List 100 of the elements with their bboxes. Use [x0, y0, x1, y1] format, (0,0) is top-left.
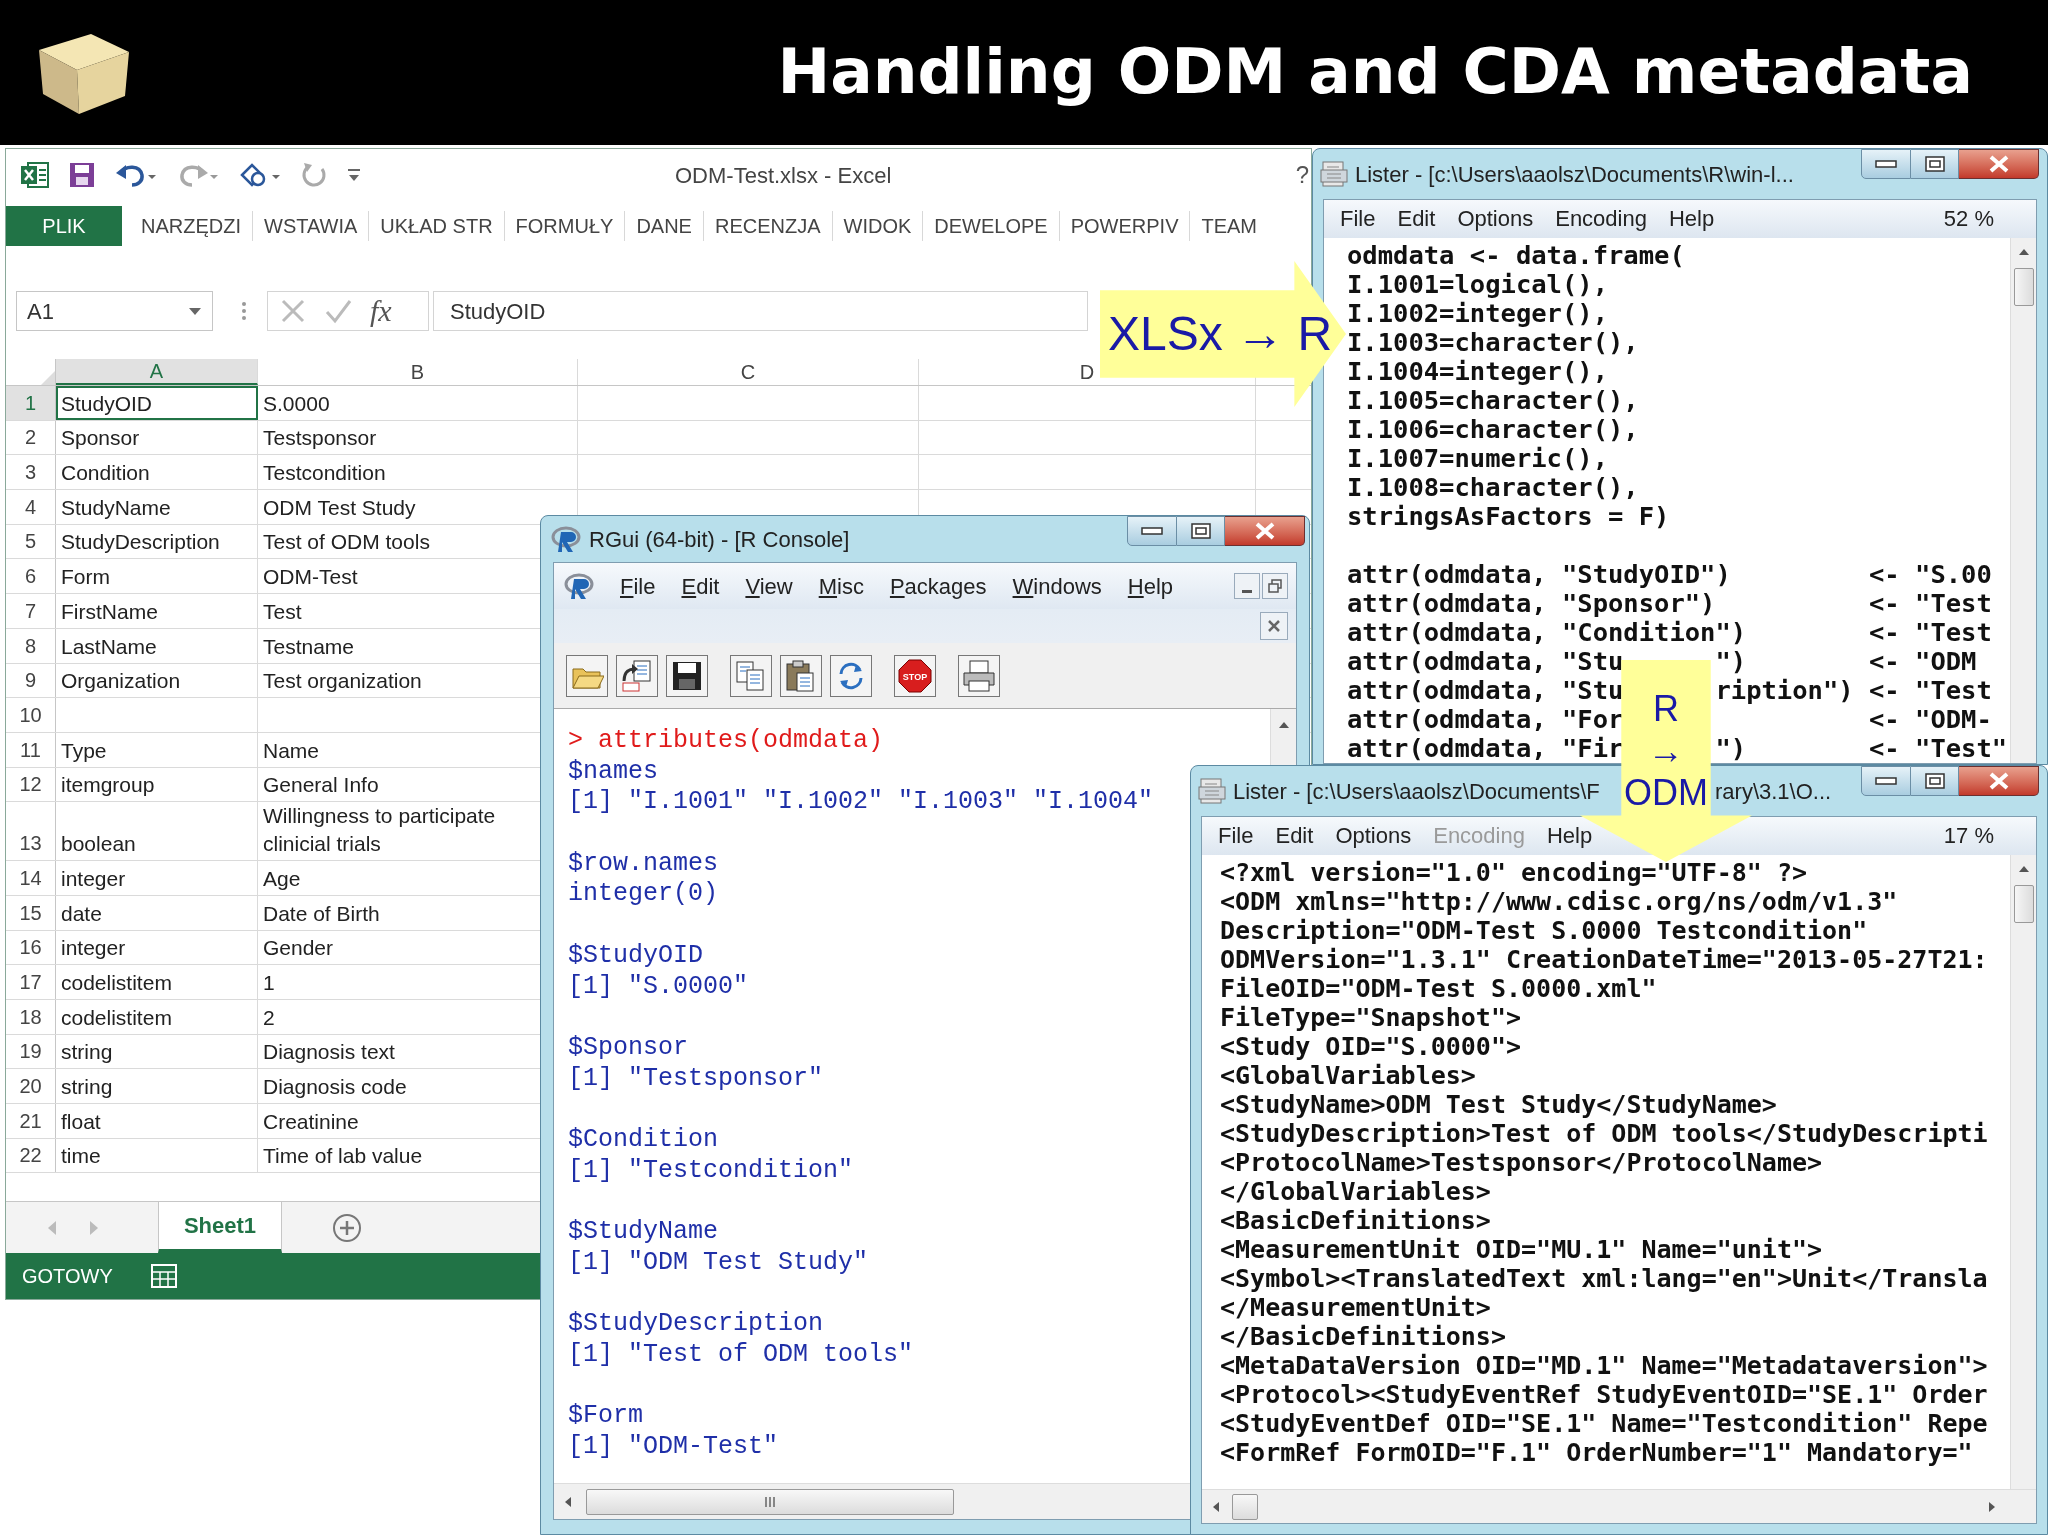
- code-line: I.1003=character(),: [1347, 328, 1640, 357]
- menu-item[interactable]: File: [1218, 823, 1254, 849]
- formula-field[interactable]: StudyOID: [433, 291, 1088, 331]
- row-header[interactable]: 3: [6, 455, 56, 490]
- scroll-up-icon[interactable]: [2017, 865, 2030, 873]
- menu-item[interactable]: Edit: [1275, 823, 1314, 849]
- menu-item[interactable]: Windows: [1012, 569, 1102, 603]
- close-button[interactable]: [1959, 766, 2039, 796]
- ribbon-tab[interactable]: NARZĘDZI: [130, 211, 252, 241]
- save-icon[interactable]: [68, 161, 96, 189]
- toolbar-button[interactable]: [666, 654, 708, 697]
- file-tab[interactable]: PLIK: [6, 206, 122, 246]
- row-header[interactable]: 10: [6, 698, 56, 732]
- scroll-left-icon[interactable]: [1212, 1500, 1220, 1513]
- toolbar-button[interactable]: [616, 654, 658, 697]
- scroll-thumb[interactable]: [1232, 1493, 1258, 1520]
- menu-item[interactable]: Options: [1457, 206, 1534, 232]
- menu-item[interactable]: Edit: [1397, 206, 1436, 232]
- row-header[interactable]: 7: [6, 594, 56, 628]
- row-header[interactable]: 8: [6, 628, 56, 663]
- grip-icon[interactable]: [241, 301, 247, 321]
- row-header[interactable]: 11: [6, 732, 56, 767]
- ribbon-tab[interactable]: POWERPIV: [1058, 211, 1190, 241]
- minimize-button[interactable]: [1127, 516, 1177, 546]
- scroll-thumb[interactable]: [586, 1488, 954, 1515]
- row-header[interactable]: 17: [6, 965, 56, 999]
- horizontal-scrollbar[interactable]: [1202, 1489, 2036, 1523]
- ribbon-tab[interactable]: WSTAWIA: [252, 211, 369, 241]
- scroll-thumb[interactable]: [2013, 885, 2034, 923]
- add-sheet-icon[interactable]: [332, 1212, 362, 1243]
- document-icon: [1197, 777, 1227, 805]
- scroll-right-icon[interactable]: [1988, 1500, 1996, 1513]
- row-header[interactable]: 13: [6, 802, 56, 861]
- menu-item[interactable]: Help: [1127, 569, 1174, 603]
- menu-item[interactable]: Misc: [818, 569, 864, 603]
- logo-icon: [564, 571, 594, 601]
- menu-item[interactable]: File: [1340, 206, 1376, 232]
- close-button[interactable]: [1260, 612, 1288, 640]
- vertical-scrollbar[interactable]: [2010, 855, 2036, 1489]
- window-title: Lister - [c:\Users\aaolsz\Documents\F: [1233, 778, 1600, 804]
- minimize-button[interactable]: [1861, 149, 1911, 179]
- row-header[interactable]: 4: [6, 490, 56, 524]
- table-cell: string: [56, 1034, 258, 1069]
- row-header[interactable]: 2: [6, 420, 56, 455]
- row-header[interactable]: 20: [6, 1069, 56, 1104]
- column-header[interactable]: C: [740, 357, 756, 387]
- spreadsheet-logo-icon[interactable]: [20, 161, 50, 189]
- restore-button[interactable]: [1262, 573, 1288, 599]
- menu-item[interactable]: Encoding: [1555, 206, 1647, 232]
- menu-item[interactable]: File: [620, 569, 656, 603]
- ribbon-tab[interactable]: DANE: [624, 211, 703, 241]
- row-header[interactable]: 18: [6, 1000, 56, 1034]
- row-header[interactable]: 6: [6, 559, 56, 594]
- row-header[interactable]: 5: [6, 524, 56, 559]
- row-header[interactable]: 16: [6, 930, 56, 965]
- column-header[interactable]: D: [1079, 357, 1095, 387]
- output-text: $StudyName: [568, 1217, 719, 1248]
- ribbon-tab[interactable]: WIDOK: [831, 211, 923, 241]
- insert-function-button[interactable]: fx: [370, 296, 392, 326]
- row-header[interactable]: 22: [6, 1138, 56, 1173]
- ribbon-tab[interactable]: TEAM: [1189, 211, 1269, 241]
- close-button[interactable]: [1959, 149, 2039, 179]
- row-header[interactable]: 21: [6, 1104, 56, 1138]
- column-header[interactable]: A: [149, 356, 164, 386]
- row-header[interactable]: 15: [6, 895, 56, 930]
- row-header[interactable]: 1: [6, 386, 56, 420]
- ribbon-tab[interactable]: RECENZJA: [702, 211, 832, 241]
- minimize-button[interactable]: [1234, 573, 1260, 599]
- maximize-button[interactable]: [1911, 766, 1959, 796]
- row-header[interactable]: 9: [6, 663, 56, 698]
- row-header[interactable]: 12: [6, 767, 56, 802]
- name-box[interactable]: A1: [16, 291, 213, 331]
- menu-item[interactable]: Packages: [889, 569, 987, 603]
- maximize-button[interactable]: [1177, 516, 1225, 546]
- maximize-button[interactable]: [1911, 149, 1959, 179]
- scroll-up-icon[interactable]: [2017, 248, 2030, 256]
- ribbon-tab[interactable]: FORMUŁY: [503, 211, 625, 241]
- maximize-icon: [1924, 156, 1945, 172]
- row-header[interactable]: 19: [6, 1034, 56, 1069]
- column-header[interactable]: B: [410, 357, 425, 387]
- row-header[interactable]: 14: [6, 861, 56, 895]
- scroll-thumb[interactable]: [2013, 268, 2034, 306]
- cell-mode-icon[interactable]: [150, 1264, 177, 1288]
- scroll-left-icon[interactable]: [564, 1495, 572, 1508]
- menu-item[interactable]: Options: [1335, 823, 1412, 849]
- close-button[interactable]: [1225, 516, 1305, 546]
- toolbar-button[interactable]: [780, 654, 822, 697]
- vertical-scrollbar[interactable]: [2010, 238, 2036, 763]
- ribbon-tab[interactable]: UKŁAD STR: [368, 211, 504, 241]
- menu-item[interactable]: Help: [1546, 823, 1593, 849]
- menu-item[interactable]: Edit: [681, 569, 720, 603]
- ribbon-tab[interactable]: DEWELOPE: [922, 211, 1059, 241]
- sheet-tab[interactable]: Sheet1: [158, 1202, 282, 1253]
- menu-item[interactable]: View: [745, 569, 793, 603]
- help-button[interactable]: ?: [1295, 157, 1309, 193]
- scroll-up-icon[interactable]: [1277, 721, 1290, 729]
- minimize-button[interactable]: [1861, 766, 1911, 796]
- table-cell: integer: [56, 861, 258, 895]
- check-icon[interactable]: [324, 298, 352, 324]
- menu-item[interactable]: Help: [1668, 206, 1715, 232]
